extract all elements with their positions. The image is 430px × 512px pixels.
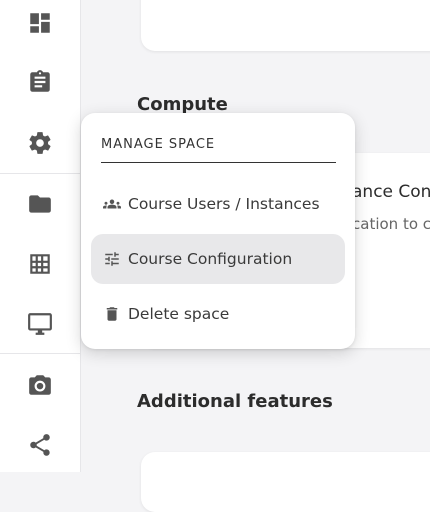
menu-item-course-users[interactable]: Course Users / Instances	[91, 179, 345, 229]
table-icon[interactable]	[26, 250, 54, 278]
menu-item-label: Course Configuration	[128, 250, 293, 268]
menu-item-label: Course Users / Instances	[128, 195, 320, 213]
additional-features-heading: Additional features	[137, 391, 333, 412]
side-nav-rail	[0, 0, 81, 472]
nav-divider	[0, 173, 80, 174]
menu-divider	[101, 162, 336, 163]
compute-heading: Compute	[137, 94, 228, 115]
trash-icon	[101, 303, 123, 325]
dashboard-icon[interactable]	[26, 9, 54, 37]
camera-icon[interactable]	[26, 371, 54, 399]
content-card	[141, 0, 430, 51]
manage-space-menu: MANAGE SPACE Course Users / Instances Co…	[81, 113, 355, 349]
menu-header: MANAGE SPACE	[101, 137, 216, 152]
compute-card-description: cation to c	[352, 215, 430, 233]
nav-divider	[0, 353, 80, 354]
menu-item-label: Delete space	[128, 305, 230, 323]
tune-icon	[101, 248, 123, 270]
settings-icon[interactable]	[26, 129, 54, 157]
compute-card-title: ance Con	[352, 182, 430, 202]
users-icon	[101, 193, 123, 215]
folder-icon[interactable]	[26, 190, 54, 218]
menu-item-course-configuration[interactable]: Course Configuration	[91, 234, 345, 284]
content-card	[141, 452, 430, 512]
share-icon[interactable]	[26, 431, 54, 459]
desktop-icon[interactable]	[26, 310, 54, 338]
menu-item-delete-space[interactable]: Delete space	[91, 289, 345, 339]
assignment-icon[interactable]	[26, 68, 54, 96]
